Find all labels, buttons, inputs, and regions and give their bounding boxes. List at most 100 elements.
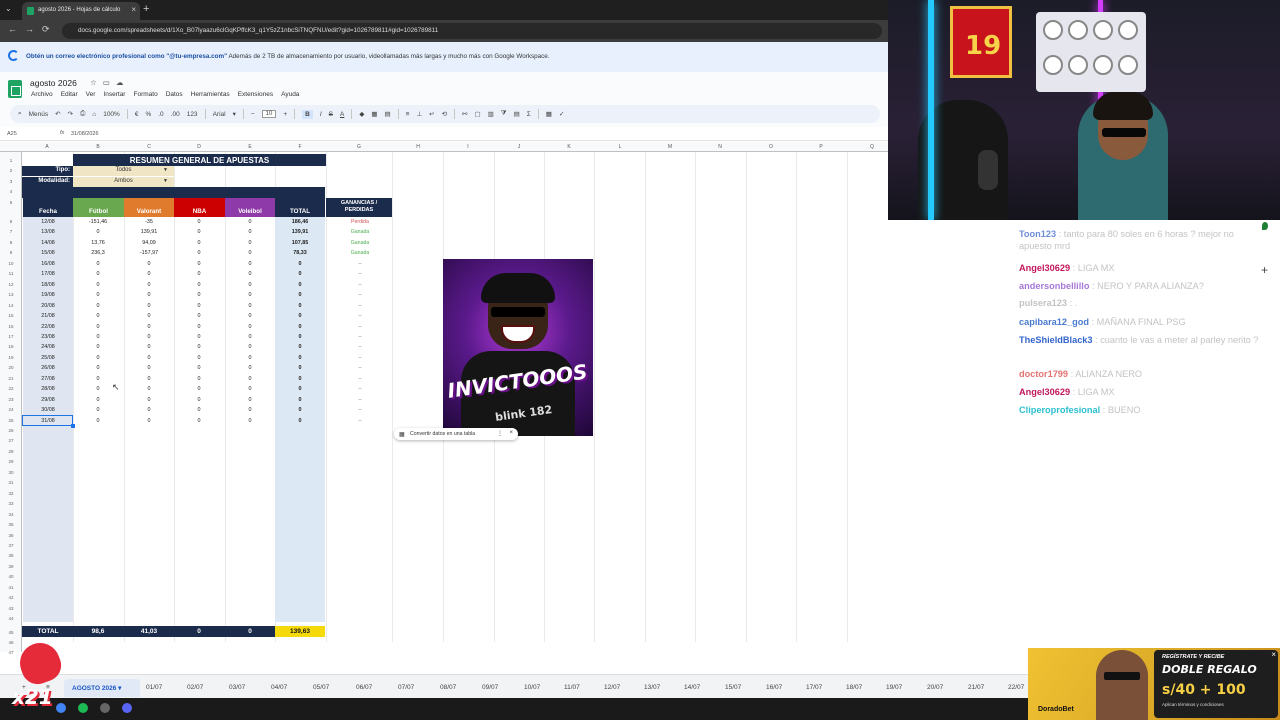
- column-header-p[interactable]: P: [811, 144, 831, 150]
- nba-cell[interactable]: 0: [174, 374, 224, 385]
- convert-to-table-chip[interactable]: ▦ Convertir datos en una tabla ⋮ ×: [394, 428, 518, 440]
- column-header-i[interactable]: I: [458, 144, 478, 150]
- date-cell[interactable]: 14/08: [23, 237, 73, 249]
- total-cell[interactable]: 0: [275, 405, 325, 416]
- percent-icon[interactable]: %: [145, 111, 151, 118]
- close-tab-icon[interactable]: ×: [131, 5, 136, 14]
- sheet-tab[interactable]: 22/07: [1008, 684, 1024, 691]
- nba-cell[interactable]: 0: [174, 353, 224, 364]
- text-wrap-icon[interactable]: ↵: [429, 110, 434, 118]
- voleibol-cell[interactable]: 0: [225, 374, 275, 385]
- row-header[interactable]: 38: [0, 553, 22, 558]
- row-header[interactable]: 16: [0, 324, 22, 329]
- row-header[interactable]: 18: [0, 344, 22, 349]
- sheet-tab[interactable]: 12/07: [604, 684, 620, 691]
- row-header[interactable]: 22: [0, 386, 22, 391]
- futbol-cell[interactable]: 0: [73, 290, 123, 301]
- row-header[interactable]: 3: [0, 179, 22, 184]
- date-cell[interactable]: 28/08: [23, 384, 73, 395]
- result-cell[interactable]: Ganada: [328, 248, 392, 259]
- formula-input[interactable]: 31/08/2026: [71, 131, 99, 137]
- row-header[interactable]: 33: [0, 501, 22, 506]
- valorant-cell[interactable]: 0: [124, 322, 174, 333]
- sponsor-ad[interactable]: REGÍSTRATE Y RECIBE DOBLE REGALO s/40 + …: [1028, 648, 1280, 720]
- input-tools-icon[interactable]: ▦: [546, 110, 552, 118]
- font-size-input[interactable]: 10: [261, 110, 277, 118]
- total-cell[interactable]: 0: [275, 279, 325, 291]
- date-cell[interactable]: 22/08: [23, 321, 73, 332]
- number-format-button[interactable]: 123: [187, 111, 198, 118]
- title-icons[interactable]: ☆▭☁: [90, 78, 129, 87]
- nba-cell[interactable]: 0: [174, 259, 224, 270]
- row-header[interactable]: 23: [0, 397, 22, 402]
- nba-cell[interactable]: 0: [174, 248, 224, 259]
- voleibol-cell[interactable]: 0: [225, 280, 275, 291]
- row-header[interactable]: 25: [0, 418, 22, 423]
- row-header[interactable]: 10: [0, 261, 22, 266]
- voleibol-cell[interactable]: 0: [225, 248, 275, 259]
- spotify-icon[interactable]: [78, 703, 88, 713]
- voleibol-cell[interactable]: 0: [225, 416, 275, 427]
- result-cell[interactable]: --: [328, 322, 392, 333]
- insert-link-icon[interactable]: ⚯: [462, 110, 467, 118]
- sheet-tab[interactable]: 17/07: [806, 684, 822, 691]
- voleibol-cell[interactable]: 0: [225, 259, 275, 270]
- filter-icon[interactable]: ⧩: [501, 110, 507, 118]
- result-cell[interactable]: --: [328, 301, 392, 312]
- voleibol-cell[interactable]: 0: [225, 301, 275, 312]
- nba-cell[interactable]: 0: [174, 238, 224, 249]
- total-cell[interactable]: 186,46: [275, 217, 325, 228]
- text-color-icon[interactable]: A: [340, 111, 344, 118]
- row-header[interactable]: 9: [0, 250, 22, 255]
- valorant-cell[interactable]: 0: [124, 311, 174, 322]
- menu-formato[interactable]: Formato: [133, 91, 157, 98]
- valorant-cell[interactable]: 0: [124, 384, 174, 395]
- column-header-m[interactable]: M: [660, 144, 680, 150]
- date-cell[interactable]: 17/08: [23, 269, 73, 280]
- total-cell[interactable]: 0: [275, 300, 325, 312]
- sheet-tab[interactable]: 19/07: [886, 684, 902, 691]
- date-cell[interactable]: 25/08: [23, 352, 73, 364]
- tipo-dropdown[interactable]: Todos ▼: [73, 166, 174, 176]
- date-cell[interactable]: 27/08: [23, 373, 73, 385]
- futbol-cell[interactable]: 0: [73, 416, 123, 427]
- valorant-cell[interactable]: 0: [124, 280, 174, 291]
- font-dropdown-icon[interactable]: ▾: [233, 110, 236, 118]
- nba-cell[interactable]: 0: [174, 217, 224, 228]
- filter-views-icon[interactable]: ▤: [514, 110, 520, 118]
- total-cell[interactable]: 0: [275, 269, 325, 280]
- result-cell[interactable]: --: [328, 280, 392, 291]
- result-cell[interactable]: --: [328, 332, 392, 343]
- voleibol-cell[interactable]: 0: [225, 363, 275, 374]
- valorant-cell[interactable]: 0: [124, 269, 174, 280]
- header-nba[interactable]: NBA: [174, 198, 225, 217]
- header-fecha[interactable]: Fecha: [23, 198, 73, 217]
- row-header[interactable]: 36: [0, 533, 22, 538]
- header-valorant[interactable]: Valorant: [124, 198, 174, 217]
- row-header[interactable]: 44: [0, 616, 22, 621]
- sheet-tab[interactable]: 21/07: [968, 684, 984, 691]
- row-header[interactable]: 7: [0, 229, 22, 234]
- row-header[interactable]: 29: [0, 459, 22, 464]
- column-header-a[interactable]: A: [37, 144, 57, 150]
- futbol-cell[interactable]: 0: [73, 301, 123, 312]
- result-cell[interactable]: --: [328, 290, 392, 301]
- result-cell[interactable]: --: [328, 363, 392, 374]
- row-header[interactable]: 19: [0, 355, 22, 360]
- valorant-cell[interactable]: 0: [124, 332, 174, 343]
- voleibol-cell[interactable]: 0: [225, 395, 275, 406]
- date-cell[interactable]: 19/08: [23, 290, 73, 301]
- row-header[interactable]: 45: [0, 630, 22, 635]
- row-header[interactable]: 6: [0, 219, 22, 224]
- result-cell[interactable]: Ganada: [328, 238, 392, 249]
- date-cell[interactable]: 21/08: [23, 311, 73, 322]
- cloud-status-icon[interactable]: ☁: [116, 78, 130, 87]
- column-header-n[interactable]: N: [710, 144, 730, 150]
- nba-cell[interactable]: 0: [174, 395, 224, 406]
- strikethrough-icon[interactable]: S: [329, 111, 333, 118]
- font-size-decrease-icon[interactable]: −: [251, 111, 255, 118]
- sheet-tab[interactable]: 15/07: [725, 684, 741, 691]
- grand-total[interactable]: 139,63: [275, 626, 325, 637]
- voleibol-cell[interactable]: 0: [225, 290, 275, 301]
- modalidad-dropdown[interactable]: Ambos ▼: [73, 177, 174, 187]
